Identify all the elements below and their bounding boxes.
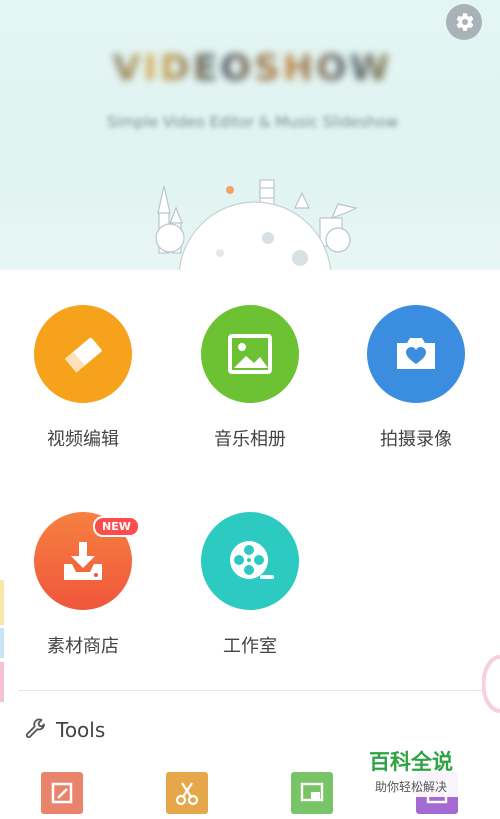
watermark-title: 百科全说 [369,750,453,774]
feature-video-edit[interactable]: 视频编辑 [3,305,163,451]
tools-title: Tools [56,718,106,742]
feature-label: 素材商店 [47,636,119,657]
camera-record-circle [367,305,465,403]
compress-icon [300,782,324,802]
wrench-icon [25,718,45,738]
film-reel-icon [230,541,274,579]
feature-label: 视频编辑 [47,429,119,450]
tool-crop[interactable] [41,772,83,814]
studio-circle [201,512,299,610]
tool-trim[interactable] [166,772,208,814]
feature-camera-record[interactable]: 拍摄录像 [336,305,496,451]
header-banner: VIDEOSHOW Simple Video Editor & Music Sl… [0,0,500,270]
camera-heart-icon [397,338,435,369]
feature-material-store[interactable]: NEW 素材商店 [3,512,163,658]
music-album-circle [201,305,299,403]
download-tray-icon [64,542,102,580]
feature-studio[interactable]: 工作室 [170,512,330,658]
tool-compress[interactable] [291,772,333,814]
feature-label: 工作室 [223,636,277,657]
gear-icon [456,13,474,31]
scissors-icon [175,782,199,806]
image-icon [228,334,272,374]
new-badge: NEW [93,516,140,537]
world-landmarks-illustration [155,179,358,270]
site-watermark: 百科全说 助你轻松解决 [347,742,475,797]
section-divider [18,690,482,691]
eraser-icon [64,337,102,373]
left-edge-decoration [0,580,4,702]
app-logo: VIDEOSHOW [90,48,415,89]
feature-label: 拍摄录像 [380,429,452,450]
tools-header: Tools [24,718,105,742]
app-tagline: Simple Video Editor & Music Slideshow [106,113,399,131]
settings-button[interactable] [446,4,482,40]
watermark-subtitle: 助你轻松解决 [374,780,447,794]
video-edit-circle [34,305,132,403]
feature-label: 音乐相册 [214,429,286,450]
feature-music-album[interactable]: 音乐相册 [170,305,330,451]
crop-icon [51,782,73,804]
right-edge-decoration [482,655,500,713]
